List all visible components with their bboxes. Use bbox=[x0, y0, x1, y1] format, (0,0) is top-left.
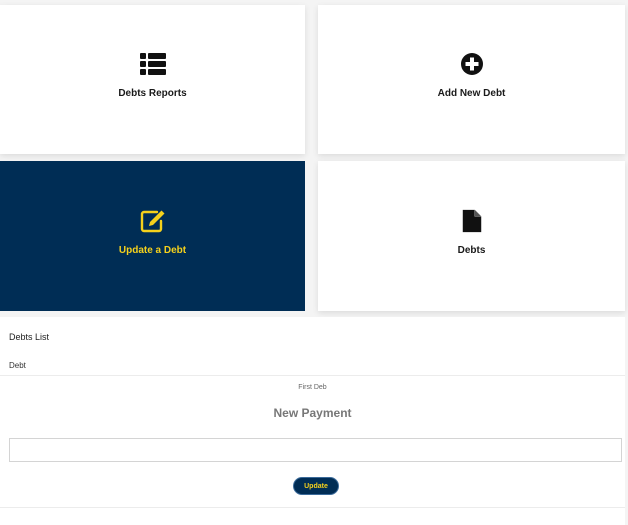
add-new-debt-tile[interactable]: Add New Debt bbox=[318, 5, 625, 154]
divider bbox=[0, 375, 625, 376]
plus-circle-icon bbox=[460, 53, 483, 75]
list-icon bbox=[139, 53, 166, 75]
debts-label: Debts bbox=[457, 244, 486, 256]
debt-column-header: Debt bbox=[9, 361, 26, 370]
new-payment-title: New Payment bbox=[273, 406, 352, 420]
divider bbox=[0, 507, 625, 508]
edit-icon bbox=[140, 210, 164, 232]
selected-debt-name: First Deb bbox=[298, 384, 327, 391]
update-button[interactable]: Update bbox=[293, 477, 339, 495]
debts-reports-label: Debts Reports bbox=[118, 88, 187, 99]
debts-reports-tile[interactable]: Debts Reports bbox=[0, 5, 305, 154]
payment-amount-input[interactable] bbox=[9, 438, 622, 462]
debts-tile[interactable]: Debts bbox=[318, 161, 625, 311]
debts-list-panel: Debts List Debt First Deb New Payment Up… bbox=[0, 317, 625, 525]
update-a-debt-tile[interactable]: Update a Debt bbox=[0, 161, 305, 311]
file-icon bbox=[462, 209, 481, 232]
add-new-debt-label: Add New Debt bbox=[437, 88, 506, 99]
debts-list-title: Debts List bbox=[9, 332, 50, 342]
update-a-debt-label: Update a Debt bbox=[118, 244, 187, 256]
